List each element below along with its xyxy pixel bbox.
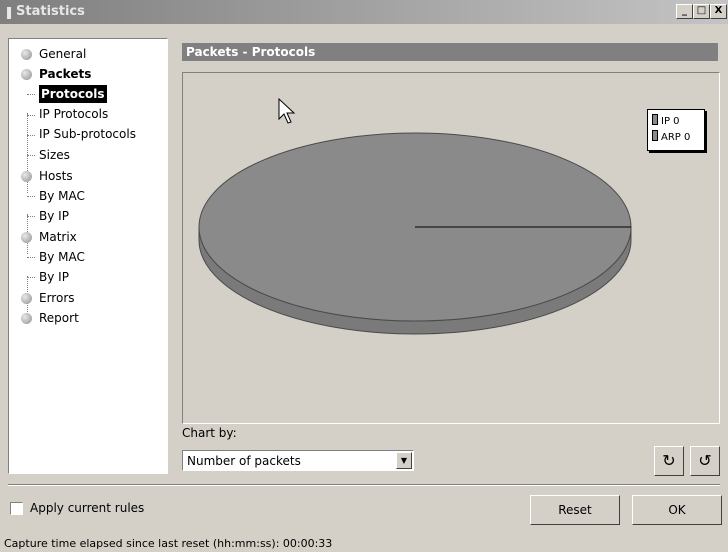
- reset-button[interactable]: Reset: [530, 495, 620, 525]
- legend-swatch: [652, 114, 658, 125]
- tree-branch: [27, 115, 35, 116]
- tree-branch: [27, 257, 35, 258]
- tree-branch: [27, 196, 35, 197]
- rotate-left-button[interactable]: ↻: [654, 446, 684, 476]
- separator: [8, 484, 720, 486]
- nav-item-matrix-by-mac[interactable]: By MAC: [39, 248, 85, 266]
- packets-bullet-icon: [21, 69, 32, 80]
- app-icon: ❚: [4, 5, 15, 19]
- chart-by-label: Chart by:: [182, 426, 237, 440]
- tree-branch: [27, 135, 35, 136]
- chart-by-value: Number of packets: [187, 454, 301, 468]
- maximize-button[interactable]: □: [693, 4, 710, 19]
- apply-rules-label[interactable]: Apply current rules: [30, 501, 144, 515]
- nav-item-packets[interactable]: Packets: [39, 65, 91, 83]
- apply-rules-checkbox[interactable]: [10, 502, 23, 515]
- nav-item-report[interactable]: Report: [39, 309, 79, 327]
- nav-tree: General Packets Protocols IP Protocols I…: [8, 38, 168, 474]
- legend-label: ARP 0: [661, 132, 691, 143]
- nav-item-ip-sub-protocols[interactable]: IP Sub-protocols: [39, 125, 136, 143]
- legend-entry-ip: IP 0: [652, 114, 680, 128]
- tree-branch: [27, 277, 35, 278]
- report-bullet-icon: [21, 313, 32, 324]
- nav-item-sizes[interactable]: Sizes: [39, 146, 70, 164]
- mouse-cursor-icon: [278, 97, 296, 124]
- nav-item-hosts-by-mac[interactable]: By MAC: [39, 187, 85, 205]
- nav-item-hosts-by-ip[interactable]: By IP: [39, 207, 69, 225]
- tree-branch: [27, 155, 35, 156]
- title-bar: ❚ Statistics _ □ X: [0, 0, 728, 24]
- nav-item-protocols[interactable]: Protocols: [39, 85, 107, 103]
- chevron-down-icon[interactable]: ▼: [396, 452, 412, 469]
- tree-branch: [27, 94, 35, 95]
- chart-by-select[interactable]: Number of packets ▼: [182, 450, 414, 471]
- rotate-right-button[interactable]: ↺: [690, 446, 720, 476]
- window-title: Statistics: [16, 4, 85, 19]
- rotate-cw-icon: ↺: [698, 451, 712, 470]
- chart-area: IP 0 ARP 0: [182, 72, 720, 424]
- general-bullet-icon: [21, 49, 32, 60]
- nav-item-ip-protocols[interactable]: IP Protocols: [39, 105, 108, 123]
- ok-button[interactable]: OK: [632, 495, 722, 525]
- tree-branch: [27, 216, 35, 217]
- legend-swatch: [652, 130, 658, 141]
- matrix-bullet-icon: [21, 232, 32, 243]
- nav-item-matrix[interactable]: Matrix: [39, 228, 77, 246]
- hosts-bullet-icon: [21, 171, 32, 182]
- chart-legend: IP 0 ARP 0: [647, 109, 705, 151]
- close-button[interactable]: X: [710, 4, 727, 19]
- nav-item-errors[interactable]: Errors: [39, 289, 75, 307]
- legend-label: IP 0: [661, 116, 680, 127]
- nav-item-matrix-by-ip[interactable]: By IP: [39, 268, 69, 286]
- rotate-ccw-icon: ↻: [662, 451, 676, 470]
- errors-bullet-icon: [21, 293, 32, 304]
- nav-item-general[interactable]: General: [39, 45, 86, 63]
- legend-entry-arp: ARP 0: [652, 130, 690, 144]
- status-text: Capture time elapsed since last reset (h…: [4, 537, 333, 550]
- panel-title: Packets - Protocols: [182, 43, 718, 61]
- nav-item-hosts[interactable]: Hosts: [39, 167, 73, 185]
- pie-chart: [198, 97, 632, 335]
- minimize-button[interactable]: _: [676, 4, 693, 19]
